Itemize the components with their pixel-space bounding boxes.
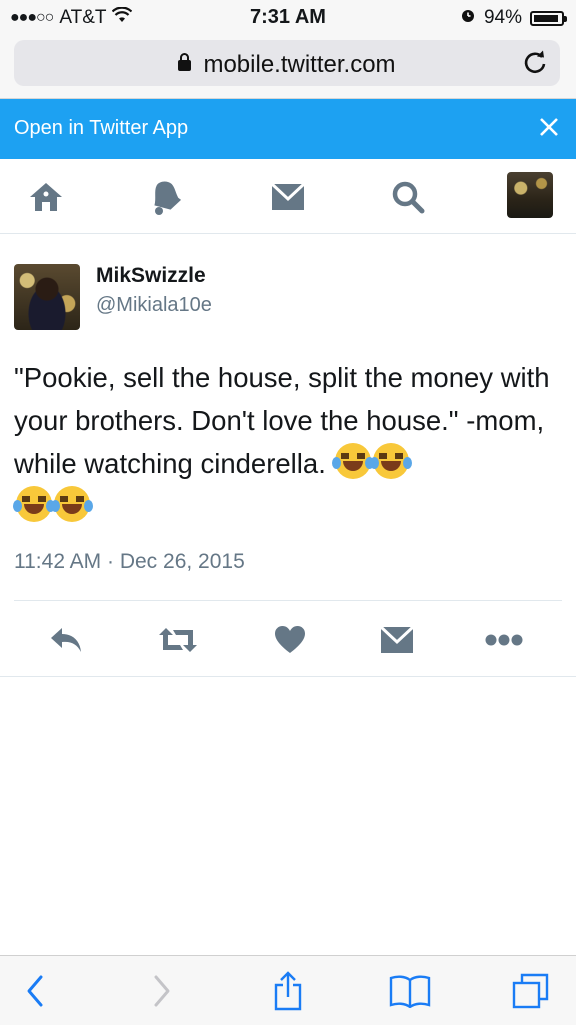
lock-icon xyxy=(178,53,192,71)
tweet-actions xyxy=(0,614,576,664)
divider xyxy=(14,600,562,601)
address-bar[interactable]: mobile.twitter.com xyxy=(14,40,560,86)
battery-fill xyxy=(534,14,559,22)
open-in-app-banner[interactable]: Open in Twitter App xyxy=(0,99,576,159)
forward-icon[interactable] xyxy=(139,968,185,1014)
search-icon[interactable] xyxy=(386,177,430,217)
avatar[interactable] xyxy=(14,264,80,330)
status-bar: ●●●○○ AT&T 7:31 AM 94% xyxy=(0,0,576,34)
home-icon[interactable] xyxy=(24,177,68,217)
retweet-icon[interactable] xyxy=(158,620,198,660)
open-in-app-link[interactable]: Open in Twitter App xyxy=(14,117,188,140)
tabs-icon[interactable] xyxy=(508,968,554,1014)
share-icon[interactable] xyxy=(265,968,311,1014)
messages-icon[interactable] xyxy=(266,177,310,217)
tweet-bottom-border xyxy=(0,676,576,677)
more-icon[interactable] xyxy=(484,620,524,660)
tweet-text: "Pookie, sell the house, split the money… xyxy=(13,356,562,528)
tears-of-joy-emoji xyxy=(13,486,55,522)
browser-chrome: mobile.twitter.com xyxy=(0,34,576,99)
browser-toolbar xyxy=(0,955,576,1025)
profile-avatar[interactable] xyxy=(507,172,553,218)
user-handle[interactable]: @Mikiala10e xyxy=(96,294,212,317)
close-icon[interactable] xyxy=(538,114,560,144)
tears-of-joy-emoji xyxy=(332,443,375,479)
tweet-timestamp[interactable]: 11:42 AM · Dec 26, 2015 xyxy=(14,550,245,574)
like-icon[interactable] xyxy=(270,620,310,660)
reload-icon[interactable] xyxy=(522,48,548,81)
url-text: mobile.twitter.com xyxy=(203,51,396,78)
tweet-text-content: "Pookie, sell the house, split the money… xyxy=(14,362,550,479)
tears-of-joy-emoji xyxy=(370,443,413,479)
alarm-icon xyxy=(460,7,476,29)
top-nav xyxy=(0,159,576,234)
battery-icon xyxy=(530,10,567,26)
battery-group: 94% xyxy=(460,7,567,29)
direct-message-icon[interactable] xyxy=(377,620,417,660)
battery-percent: 94% xyxy=(483,7,522,28)
tears-of-joy-emoji xyxy=(51,486,93,522)
reply-icon[interactable] xyxy=(46,620,86,660)
back-icon[interactable] xyxy=(12,968,58,1014)
bookmarks-icon[interactable] xyxy=(387,968,433,1014)
notifications-icon[interactable] xyxy=(142,177,186,217)
display-name[interactable]: MikSwizzle xyxy=(96,264,206,288)
